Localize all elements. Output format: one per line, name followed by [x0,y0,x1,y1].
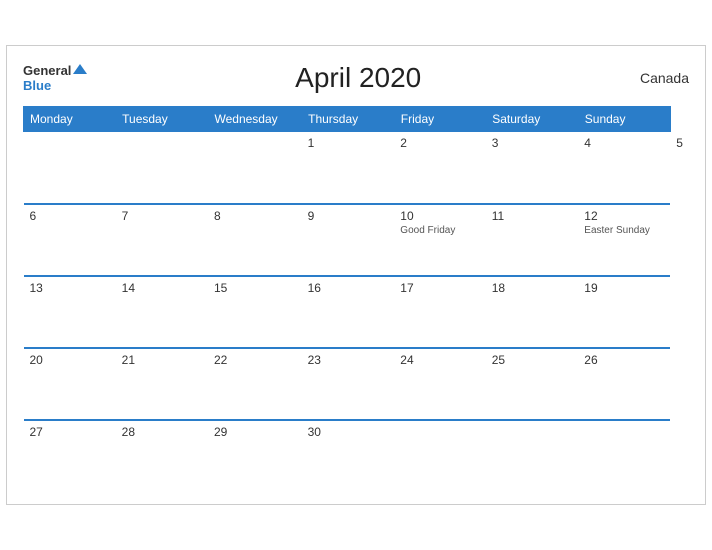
calendar-cell: 13 [24,276,116,348]
calendar-cell: 4 [578,132,670,204]
day-number: 4 [584,136,664,150]
day-number: 24 [400,353,479,367]
logo-triangle-icon [73,64,87,74]
day-number: 15 [214,281,296,295]
day-number: 10 [400,209,479,223]
calendar-cell: 10 Good Friday [394,204,485,276]
day-number: 22 [214,353,296,367]
calendar-cell: 19 [578,276,670,348]
calendar-cell: 12 Easter Sunday [578,204,670,276]
calendar-cell: 27 [24,420,116,492]
weekday-header-tuesday: Tuesday [116,107,208,132]
logo-general: General [23,63,87,79]
calendar-cell: 3 [486,132,579,204]
day-number: 20 [30,353,110,367]
calendar-cell: 21 [116,348,208,420]
calendar-cell: 15 [208,276,302,348]
day-number: 16 [308,281,389,295]
day-number: 23 [308,353,389,367]
weekday-header-saturday: Saturday [486,107,579,132]
day-number: 12 [584,209,664,223]
calendar-cell: 1 [302,132,395,204]
day-number: 6 [30,209,110,223]
calendar-cell: 7 [116,204,208,276]
calendar-cell: 16 [302,276,395,348]
calendar-cell [116,132,208,204]
calendar-cell: 25 [486,348,579,420]
calendar-cell: 20 [24,348,116,420]
day-number: 27 [30,425,110,439]
calendar-table: MondayTuesdayWednesdayThursdayFridaySatu… [23,106,689,492]
day-number: 2 [400,136,479,150]
month-title: April 2020 [87,62,629,94]
day-number: 5 [676,136,683,150]
calendar-container: General Blue April 2020 Canada MondayTue… [6,45,706,505]
day-number: 25 [492,353,573,367]
calendar-cell: 14 [116,276,208,348]
day-number: 8 [214,209,296,223]
calendar-cell: 22 [208,348,302,420]
day-number: 9 [308,209,389,223]
week-row-2: 6789 10 Good Friday 11 12 Easter Sunday [24,204,690,276]
calendar-cell: 23 [302,348,395,420]
logo: General Blue [23,63,87,94]
calendar-cell [24,132,116,204]
country-label: Canada [629,70,689,86]
calendar-header: General Blue April 2020 Canada [23,62,689,94]
weekday-header-thursday: Thursday [302,107,395,132]
calendar-cell: 17 [394,276,485,348]
calendar-cell: 30 [302,420,395,492]
weekday-header-row: MondayTuesdayWednesdayThursdayFridaySatu… [24,107,690,132]
calendar-cell: 8 [208,204,302,276]
day-event: Easter Sunday [584,225,664,236]
day-number: 28 [122,425,202,439]
day-number: 13 [30,281,110,295]
calendar-cell: 28 [116,420,208,492]
calendar-cell [486,420,579,492]
calendar-cell: 9 [302,204,395,276]
calendar-cell: 26 [578,348,670,420]
day-number: 18 [492,281,573,295]
calendar-cell: 24 [394,348,485,420]
day-number: 17 [400,281,479,295]
day-number: 1 [308,136,389,150]
calendar-cell: 6 [24,204,116,276]
logo-blue: Blue [23,78,87,94]
day-number: 19 [584,281,664,295]
calendar-cell: 29 [208,420,302,492]
day-number: 21 [122,353,202,367]
calendar-cell: 2 [394,132,485,204]
day-number: 30 [308,425,389,439]
week-row-5: 27 28 29 30 [24,420,690,492]
weekday-header-sunday: Sunday [578,107,670,132]
calendar-cell [208,132,302,204]
weekday-header-monday: Monday [24,107,116,132]
week-row-1: 12345 [24,132,690,204]
day-event: Good Friday [400,225,479,236]
week-row-3: 13 14 15 16 17 18 19 [24,276,690,348]
calendar-cell [578,420,670,492]
calendar-cell: 11 [486,204,579,276]
day-number: 7 [122,209,202,223]
weekday-header-wednesday: Wednesday [208,107,302,132]
day-number: 3 [492,136,573,150]
calendar-cell: 5 [670,132,689,204]
calendar-cell [394,420,485,492]
day-number: 26 [584,353,664,367]
weekday-header-friday: Friday [394,107,485,132]
calendar-cell: 18 [486,276,579,348]
week-row-4: 20 21 22 23 24 25 26 [24,348,690,420]
day-number: 11 [492,209,573,223]
day-number: 29 [214,425,296,439]
day-number: 14 [122,281,202,295]
